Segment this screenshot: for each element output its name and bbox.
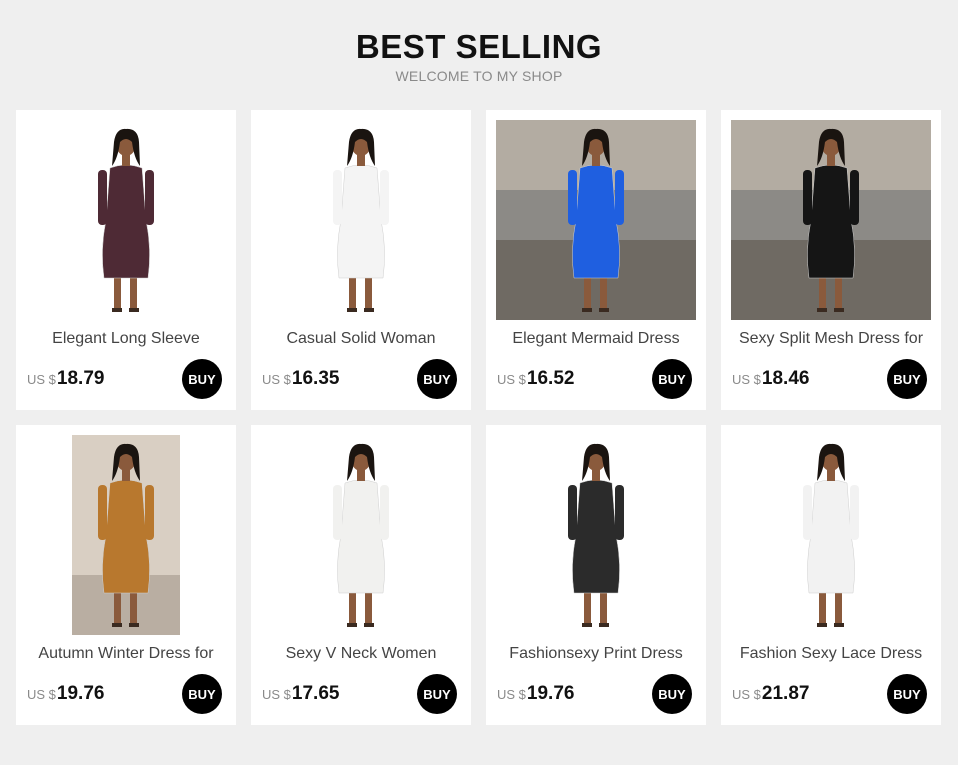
buy-button[interactable]: BUY: [182, 674, 222, 714]
product-price: US $16.52: [497, 368, 574, 390]
buy-button[interactable]: BUY: [182, 359, 222, 399]
product-card[interactable]: Sexy Split Mesh Dress for US $18.46 BUY: [721, 110, 941, 410]
price-currency: US $: [27, 687, 56, 702]
price-amount: 19.76: [56, 683, 105, 704]
product-image[interactable]: [496, 120, 696, 320]
product-name[interactable]: Fashionsexy Print Dress: [490, 645, 702, 663]
buy-button[interactable]: BUY: [887, 359, 927, 399]
price-amount: 16.35: [291, 368, 340, 389]
price-amount: 16.52: [526, 368, 575, 389]
product-image[interactable]: [731, 435, 931, 635]
price-amount: 17.65: [291, 683, 340, 704]
price-amount: 18.46: [761, 368, 810, 389]
buy-button[interactable]: BUY: [417, 359, 457, 399]
price-currency: US $: [497, 372, 526, 387]
buy-button[interactable]: BUY: [417, 674, 457, 714]
product-image[interactable]: [261, 435, 461, 635]
product-name[interactable]: Autumn Winter Dress for: [20, 645, 232, 663]
page-subtitle: WELCOME TO MY SHOP: [395, 68, 563, 84]
product-name[interactable]: Casual Solid Woman: [255, 330, 467, 348]
product-name[interactable]: Sexy V Neck Women: [255, 645, 467, 663]
product-price: US $16.35: [262, 368, 339, 390]
product-price: US $17.65: [262, 683, 339, 705]
price-currency: US $: [732, 687, 761, 702]
buy-button[interactable]: BUY: [887, 674, 927, 714]
product-card[interactable]: Sexy V Neck Women US $17.65 BUY: [251, 425, 471, 725]
product-price: US $18.79: [27, 368, 104, 390]
page-title: BEST SELLING: [355, 28, 603, 65]
product-name[interactable]: Elegant Long Sleeve: [20, 330, 232, 348]
product-price: US $19.76: [497, 683, 574, 705]
product-card[interactable]: Casual Solid Woman US $16.35 BUY: [251, 110, 471, 410]
product-name[interactable]: Elegant Mermaid Dress: [490, 330, 702, 348]
product-price: US $18.46: [732, 368, 809, 390]
product-image[interactable]: [731, 120, 931, 320]
product-image[interactable]: [261, 120, 461, 320]
product-image[interactable]: [496, 435, 696, 635]
product-image[interactable]: [26, 120, 226, 320]
price-amount: 21.87: [761, 683, 810, 704]
price-currency: US $: [262, 372, 291, 387]
price-amount: 19.76: [526, 683, 575, 704]
product-card[interactable]: Elegant Long Sleeve US $18.79 BUY: [16, 110, 236, 410]
buy-button[interactable]: BUY: [652, 359, 692, 399]
price-currency: US $: [497, 687, 526, 702]
product-price: US $19.76: [27, 683, 104, 705]
price-amount: 18.79: [56, 368, 105, 389]
product-image[interactable]: [26, 435, 226, 635]
product-grid: Elegant Long Sleeve US $18.79 BUY Casual So…: [16, 110, 941, 725]
buy-button[interactable]: BUY: [652, 674, 692, 714]
page-header: BEST SELLING WELCOME TO MY SHOP: [0, 27, 958, 84]
product-name[interactable]: Fashion Sexy Lace Dress: [725, 645, 937, 663]
product-price: US $21.87: [732, 683, 809, 705]
product-card[interactable]: Fashion Sexy Lace Dress US $21.87 BUY: [721, 425, 941, 725]
price-currency: US $: [27, 372, 56, 387]
price-currency: US $: [732, 372, 761, 387]
price-currency: US $: [262, 687, 291, 702]
product-card[interactable]: Fashionsexy Print Dress US $19.76 BUY: [486, 425, 706, 725]
product-card[interactable]: Elegant Mermaid Dress US $16.52 BUY: [486, 110, 706, 410]
product-card[interactable]: Autumn Winter Dress for US $19.76 BUY: [16, 425, 236, 725]
product-name[interactable]: Sexy Split Mesh Dress for: [725, 330, 937, 348]
